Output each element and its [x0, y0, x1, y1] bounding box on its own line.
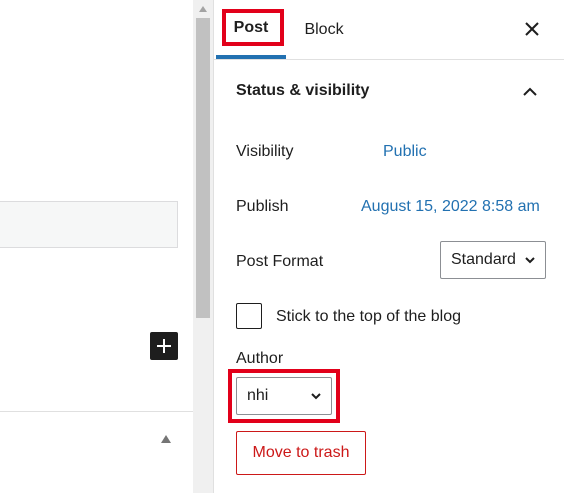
settings-sidebar: Post Block Status & visibility Visibilit… [213, 0, 564, 493]
chevron-down-icon [311, 393, 321, 400]
chevron-down-icon [525, 257, 535, 264]
post-format-value: Standard [451, 251, 516, 268]
editor-scrollbar[interactable] [193, 0, 213, 493]
plus-icon [157, 339, 171, 353]
caret-up-icon[interactable] [160, 434, 172, 444]
post-format-label: Post Format [236, 253, 324, 270]
panel-title: Status & visibility [236, 82, 370, 99]
publish-label: Publish [236, 198, 289, 215]
scroll-thumb[interactable] [196, 18, 210, 318]
post-format-select[interactable]: Standard [440, 241, 546, 279]
editor-canvas [0, 0, 193, 493]
divider [0, 411, 193, 412]
author-label: Author [236, 350, 284, 367]
sidebar-tabs: Post Block [214, 0, 564, 60]
close-icon [525, 22, 539, 36]
sticky-checkbox-label[interactable]: Stick to the top of the blog [276, 308, 461, 326]
block-inserter-button[interactable] [150, 332, 178, 360]
publish-date-toggle[interactable]: August 15, 2022 8:58 am [361, 198, 540, 216]
tab-post[interactable]: Post [216, 0, 286, 59]
sticky-checkbox[interactable] [236, 303, 262, 329]
tab-block[interactable]: Block [294, 0, 354, 59]
status-visibility-panel-toggle[interactable]: Status & visibility [214, 60, 564, 124]
scroll-up-arrow-icon[interactable] [193, 0, 213, 18]
author-select[interactable]: nhi [236, 377, 332, 415]
close-sidebar-button[interactable] [520, 17, 544, 41]
editor-text-field[interactable] [0, 201, 178, 248]
move-to-trash-button[interactable]: Move to trash [236, 431, 366, 475]
visibility-toggle[interactable]: Public [383, 143, 427, 161]
chevron-up-icon [521, 82, 539, 100]
author-value: nhi [247, 387, 269, 404]
visibility-label: Visibility [236, 143, 294, 160]
